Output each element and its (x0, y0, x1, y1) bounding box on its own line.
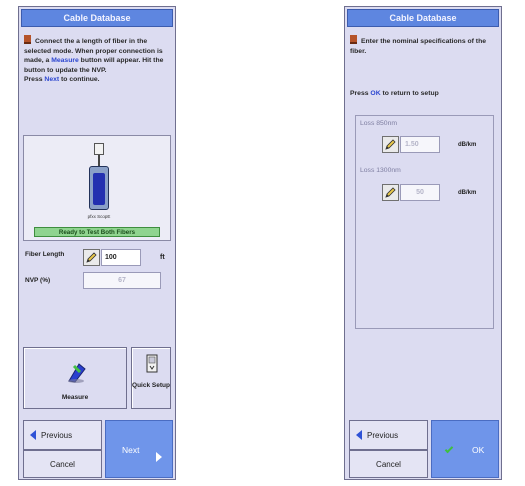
chevron-left-icon (356, 430, 362, 440)
measure-button[interactable]: Measure (23, 347, 127, 409)
chevron-right-icon (156, 452, 162, 462)
measure-icon (68, 363, 86, 383)
ok-link-text: OK (370, 90, 381, 97)
window-title: Cable Database (347, 9, 499, 27)
window-title: Cable Database (21, 9, 173, 27)
loss-settings-group: Loss 850nm 1.50 dB/km Loss 1300nm 50 dB/… (355, 115, 494, 329)
loss-1300-value[interactable]: 50 (400, 184, 440, 201)
nvp-label: NVP (%) (25, 277, 51, 284)
fiber-length-unit: ft (160, 254, 165, 261)
next-button[interactable]: Next (105, 420, 173, 478)
previous-button-label: Previous (367, 430, 399, 440)
info-icon (24, 35, 31, 44)
info-icon (350, 35, 357, 44)
loss-850-edit-button[interactable] (382, 136, 399, 153)
loss-1300-label: Loss 1300nm (360, 167, 401, 174)
previous-button-label: Previous (41, 430, 73, 440)
previous-button[interactable]: Previous (349, 420, 428, 450)
fiber-length-value[interactable]: 100 (101, 249, 141, 266)
pencil-icon (385, 139, 396, 150)
cancel-button[interactable]: Cancel (349, 450, 428, 478)
loss-850-label: Loss 850nm (360, 120, 398, 127)
quick-setup-button[interactable]: Quick Setup (131, 347, 171, 409)
next-link-text: Next (44, 76, 60, 84)
measure-button-label: Measure (61, 394, 89, 401)
module-label: pfxx ScopE (87, 214, 111, 219)
loss-1300-edit-button[interactable] (382, 184, 399, 201)
cable-database-panel-left: Cable Database Connect the a length of f… (18, 6, 176, 480)
press-ok-hint: Press OK to return to setup (350, 90, 439, 97)
test-module-icon (89, 166, 109, 210)
ok-button-label: OK (472, 445, 485, 455)
cable-database-panel-right: Cable Database Enter the nominal specifi… (344, 6, 502, 480)
status-indicator: Ready to Test Both Fibers (34, 227, 160, 237)
cancel-button-label: Cancel (376, 459, 401, 469)
device-icon (146, 354, 158, 373)
next-button-label: Next (122, 445, 140, 455)
instruction-text: Enter the nominal specifications of the … (350, 35, 493, 56)
previous-button[interactable]: Previous (23, 420, 102, 450)
connection-diagram: pfxx ScopE Ready to Test Both Fibers (23, 135, 171, 241)
pencil-icon (86, 252, 97, 263)
cancel-button[interactable]: Cancel (23, 450, 102, 478)
quick-setup-label: Quick Setup (132, 382, 170, 389)
fiber-connector-icon (94, 143, 104, 155)
pencil-icon (385, 187, 396, 198)
measure-link-text: Measure (51, 57, 79, 65)
instruction-text: Connect the a length of fiber in the sel… (24, 35, 171, 85)
chevron-left-icon (30, 430, 36, 440)
nvp-row: NVP (%) 67 (23, 269, 171, 291)
fiber-length-row: Fiber Length 100 ft (23, 247, 171, 269)
nvp-value: 67 (83, 272, 161, 289)
loss-1300-unit: dB/km (458, 190, 477, 196)
ok-button[interactable]: OK (431, 420, 499, 478)
loss-850-unit: dB/km (458, 142, 477, 148)
fiber-length-edit-button[interactable] (83, 249, 100, 266)
checkmark-icon (444, 444, 454, 454)
loss-850-value[interactable]: 1.50 (400, 136, 440, 153)
cancel-button-label: Cancel (50, 459, 75, 469)
fiber-length-label: Fiber Length (25, 251, 65, 258)
